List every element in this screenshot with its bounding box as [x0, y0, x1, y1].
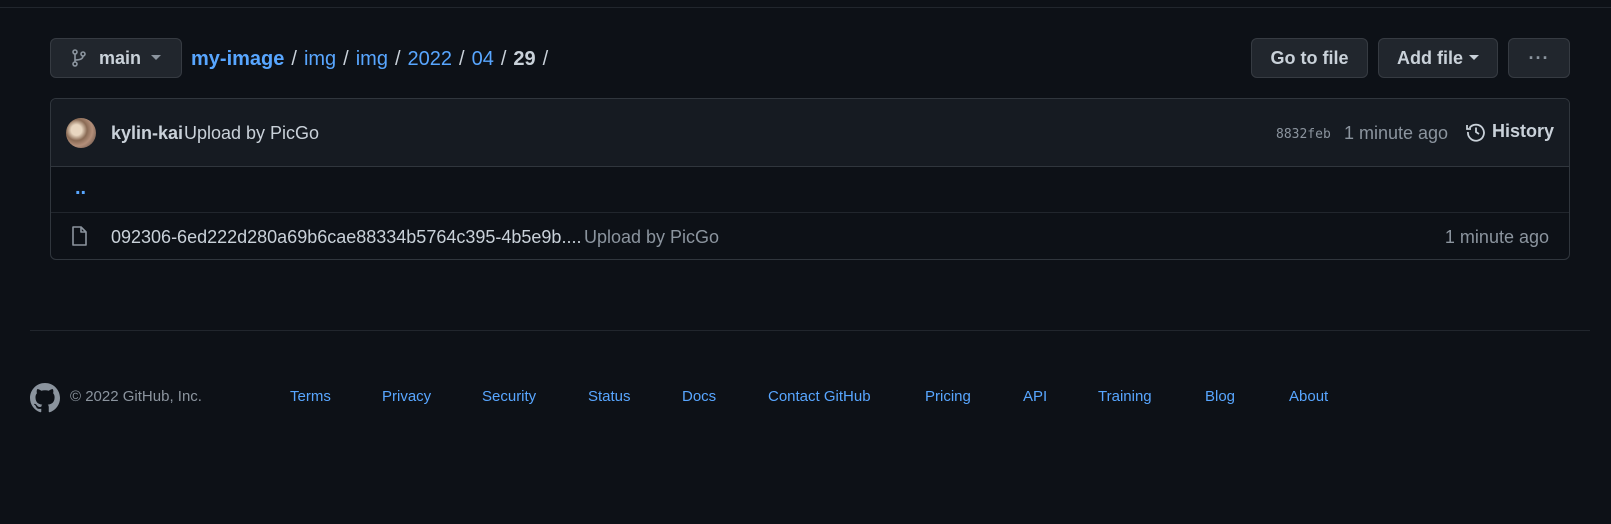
git-branch-icon [72, 49, 86, 67]
add-file-button[interactable]: Add file [1378, 38, 1498, 78]
go-to-file-label: Go to file [1270, 47, 1349, 68]
table-row: 092306-6ed222d280a69b6cae88334b5764c395-… [51, 213, 1569, 259]
latest-commit-row: kylin-kai Upload by PicGo 8832feb 1 minu… [51, 99, 1569, 167]
footer-copyright: © 2022 GitHub, Inc. [70, 388, 202, 405]
footer-link-status[interactable]: Status [588, 388, 631, 405]
history-link[interactable]: History [1466, 121, 1554, 142]
footer-link-security[interactable]: Security [482, 388, 536, 405]
go-to-file-button[interactable]: Go to file [1251, 38, 1368, 78]
kebab-horizontal-icon: ··· [1528, 47, 1550, 68]
footer-link-privacy[interactable]: Privacy [382, 388, 431, 405]
file-commit-message[interactable]: Upload by PicGo [584, 227, 719, 248]
footer-link-docs[interactable]: Docs [682, 388, 716, 405]
file-name-link[interactable]: 092306-6ed222d280a69b6cae88334b5764c395-… [111, 227, 581, 248]
file-commit-time: 1 minute ago [1444, 227, 1549, 247]
github-logo-icon[interactable] [30, 383, 60, 413]
avatar[interactable] [66, 118, 96, 148]
breadcrumb-separator: / [500, 47, 507, 70]
breadcrumb-repo[interactable]: my-image [191, 48, 284, 71]
commit-time: 1 minute ago [1344, 123, 1449, 143]
commit-sha[interactable]: 8832feb [1276, 127, 1331, 142]
file-listing-box: kylin-kai Upload by PicGo 8832feb 1 minu… [50, 98, 1570, 260]
history-label: History [1492, 121, 1555, 141]
breadcrumb-separator: / [459, 47, 465, 70]
branch-label: main [99, 47, 142, 68]
file-icon [72, 226, 87, 246]
commit-author[interactable]: kylin-kai [111, 123, 183, 144]
breadcrumb-separator: / [291, 47, 297, 70]
footer-link-pricing[interactable]: Pricing [925, 388, 971, 405]
breadcrumb-segment[interactable]: 04 [472, 48, 494, 71]
more-options-button[interactable]: ··· [1508, 38, 1570, 78]
footer-link-about[interactable]: About [1289, 388, 1328, 405]
commit-message[interactable]: Upload by PicGo [184, 123, 319, 144]
footer-link-training[interactable]: Training [1098, 388, 1152, 405]
footer-link-contact-github[interactable]: Contact GitHub [768, 388, 871, 405]
branch-select-button[interactable]: main [50, 38, 182, 78]
breadcrumb-current: 29 [513, 47, 536, 70]
top-divider [0, 7, 1611, 8]
breadcrumb-segment[interactable]: img [356, 48, 388, 71]
history-clock-icon [1466, 123, 1485, 142]
breadcrumb-separator: / [394, 47, 401, 70]
caret-down-icon [151, 55, 162, 60]
breadcrumb-segment[interactable]: 2022 [408, 48, 453, 71]
footer-link-terms[interactable]: Terms [290, 388, 331, 405]
parent-directory-row[interactable]: .. [51, 167, 1569, 213]
breadcrumb-segment[interactable]: img [304, 48, 336, 71]
footer-link-api[interactable]: API [1023, 388, 1047, 405]
breadcrumb: my-image / img / img / 2022 / 04 / 29 / [191, 45, 555, 73]
parent-directory-link[interactable]: .. [75, 177, 86, 200]
footer-link-blog[interactable]: Blog [1205, 388, 1235, 405]
add-file-label: Add file [1397, 47, 1463, 68]
caret-down-icon [1469, 55, 1479, 60]
breadcrumb-separator: / [343, 47, 349, 70]
footer-divider [30, 330, 1590, 331]
breadcrumb-separator: / [542, 47, 549, 70]
